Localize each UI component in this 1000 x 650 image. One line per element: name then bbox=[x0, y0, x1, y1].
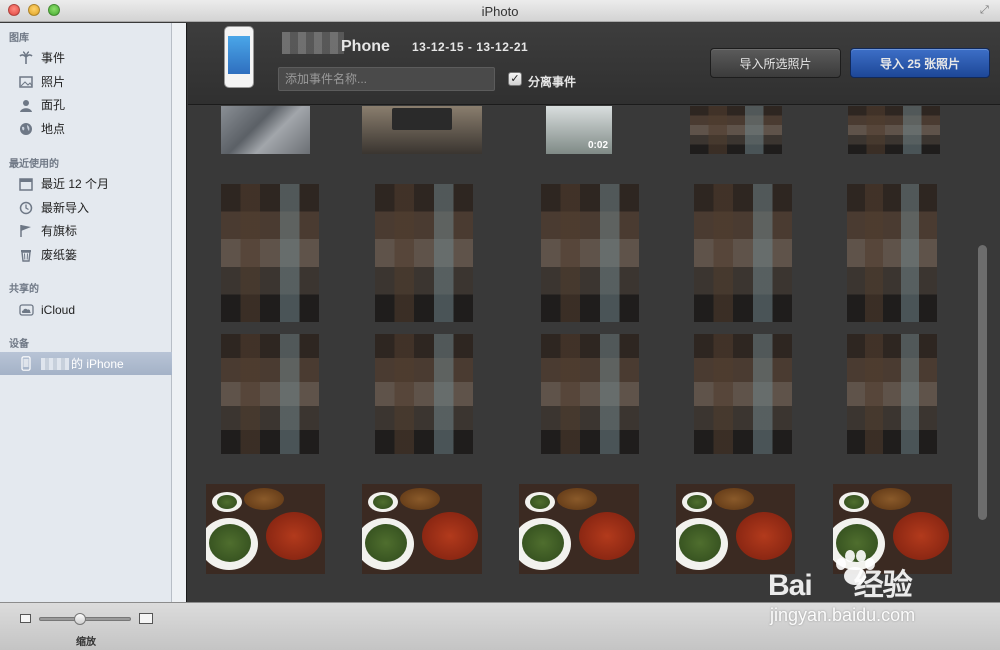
grid-scrollbar-thumb[interactable] bbox=[978, 245, 987, 520]
photo-thumbnail[interactable] bbox=[847, 184, 937, 322]
video-thumbnail[interactable]: 0:02 bbox=[546, 106, 612, 154]
import-header: Phone 13-12-15 - 13-12-21 ✓ 分离事件 导入所选照片 … bbox=[188, 23, 1000, 105]
palm-tree-icon bbox=[18, 50, 34, 66]
sidebar-header-recent: 最近使用的 bbox=[9, 159, 59, 170]
zoom-out-icon[interactable] bbox=[20, 614, 31, 623]
sidebar-header-library: 图库 bbox=[9, 33, 29, 44]
photo-thumbnail[interactable] bbox=[206, 484, 325, 574]
sidebar-header-shared: 共享的 bbox=[9, 284, 39, 295]
sidebar: 图库 事件 照片 面孔 地点 最近使用的 最近 12 个月 最新导入 有旗标 废… bbox=[0, 23, 172, 602]
zoom-in-icon[interactable] bbox=[139, 613, 153, 624]
sidebar-item-label: 的 iPhone bbox=[71, 357, 124, 371]
import-all-button[interactable]: 导入 25 张照片 bbox=[850, 48, 990, 78]
iphone-icon bbox=[18, 356, 34, 372]
sidebar-item-places[interactable]: 地点 bbox=[0, 117, 172, 140]
photo-thumbnail[interactable] bbox=[221, 106, 310, 154]
zoom-label: 缩放 bbox=[76, 637, 96, 648]
sidebar-item-icloud[interactable]: iCloud bbox=[0, 298, 172, 321]
photo-thumbnail[interactable] bbox=[694, 334, 792, 454]
photo-thumbnail[interactable] bbox=[362, 106, 482, 154]
sidebar-header-devices: 设备 bbox=[9, 339, 29, 350]
flag-icon bbox=[18, 223, 34, 239]
photo-thumbnail[interactable] bbox=[847, 334, 937, 454]
iphoto-window: iPhoto ⤢ 图库 事件 照片 面孔 地点 最近使用的 最近 12 个月 最… bbox=[0, 0, 1000, 650]
clock-icon bbox=[18, 200, 34, 216]
sidebar-item-label: 事件 bbox=[41, 51, 66, 65]
photo-thumbnail[interactable] bbox=[375, 184, 473, 322]
event-name-input[interactable] bbox=[278, 67, 495, 91]
sidebar-item-label: 地点 bbox=[41, 122, 66, 136]
split-events-label: 分离事件 bbox=[528, 75, 577, 89]
device-name: Phone bbox=[341, 38, 390, 55]
photo-thumbnail[interactable] bbox=[690, 106, 782, 154]
sidebar-item-faces[interactable]: 面孔 bbox=[0, 93, 172, 116]
sidebar-item-label: 最近 12 个月 bbox=[41, 177, 110, 191]
sidebar-item-label: 面孔 bbox=[41, 98, 66, 112]
title-bar: iPhoto ⤢ bbox=[0, 0, 1000, 22]
watermark-url: jingyan.baidu.com bbox=[770, 605, 916, 625]
photo-thumbnail[interactable] bbox=[694, 184, 792, 322]
import-selected-button[interactable]: 导入所选照片 bbox=[710, 48, 841, 78]
sidebar-item-label: 最新导入 bbox=[41, 201, 90, 215]
photo-thumbnail[interactable] bbox=[221, 184, 319, 322]
window-title: iPhoto bbox=[481, 4, 519, 19]
calendar-icon bbox=[18, 176, 34, 192]
photo-thumbnail[interactable] bbox=[362, 484, 482, 574]
sidebar-divider[interactable] bbox=[172, 23, 187, 602]
photo-thumbnail[interactable] bbox=[541, 184, 639, 322]
sidebar-item-last-import[interactable]: 最新导入 bbox=[0, 196, 172, 219]
trash-icon bbox=[18, 247, 34, 263]
split-events-checkbox[interactable]: ✓ bbox=[508, 72, 522, 86]
photo-thumbnail[interactable] bbox=[221, 334, 319, 454]
faces-icon bbox=[18, 97, 34, 113]
fullscreen-icon[interactable]: ⤢ bbox=[980, 4, 992, 16]
sidebar-item-iphone[interactable]: 的 iPhone bbox=[0, 352, 172, 375]
redacted-name bbox=[41, 357, 69, 370]
photo-thumbnail[interactable] bbox=[375, 334, 473, 454]
iphone-device-image bbox=[224, 26, 254, 88]
sidebar-item-flagged[interactable]: 有旗标 bbox=[0, 219, 172, 242]
baidu-paw-icon bbox=[836, 550, 875, 585]
sidebar-item-last-12-months[interactable]: 最近 12 个月 bbox=[0, 172, 172, 195]
photo-thumbnail[interactable] bbox=[848, 106, 940, 154]
sidebar-item-label: iCloud bbox=[41, 302, 76, 317]
zoom-slider-knob[interactable] bbox=[74, 613, 87, 625]
sidebar-item-events[interactable]: 事件 bbox=[0, 46, 172, 69]
photos-icon bbox=[18, 74, 34, 90]
sidebar-item-photos[interactable]: 照片 bbox=[0, 70, 172, 93]
cloud-icon bbox=[18, 302, 34, 318]
sidebar-item-label: 有旗标 bbox=[41, 224, 78, 238]
sidebar-item-label: 废纸篓 bbox=[41, 248, 78, 262]
sidebar-item-trash[interactable]: 废纸篓 bbox=[0, 243, 172, 266]
video-duration: 0:02 bbox=[587, 140, 608, 151]
redacted-device-name bbox=[282, 32, 344, 54]
photo-thumbnail[interactable] bbox=[519, 484, 639, 574]
date-range: 13-12-15 - 13-12-21 bbox=[412, 40, 529, 54]
photo-grid: 0:02 bbox=[188, 106, 976, 602]
photo-thumbnail[interactable] bbox=[541, 334, 639, 454]
sidebar-item-label: 照片 bbox=[41, 75, 66, 89]
globe-icon bbox=[18, 121, 34, 137]
